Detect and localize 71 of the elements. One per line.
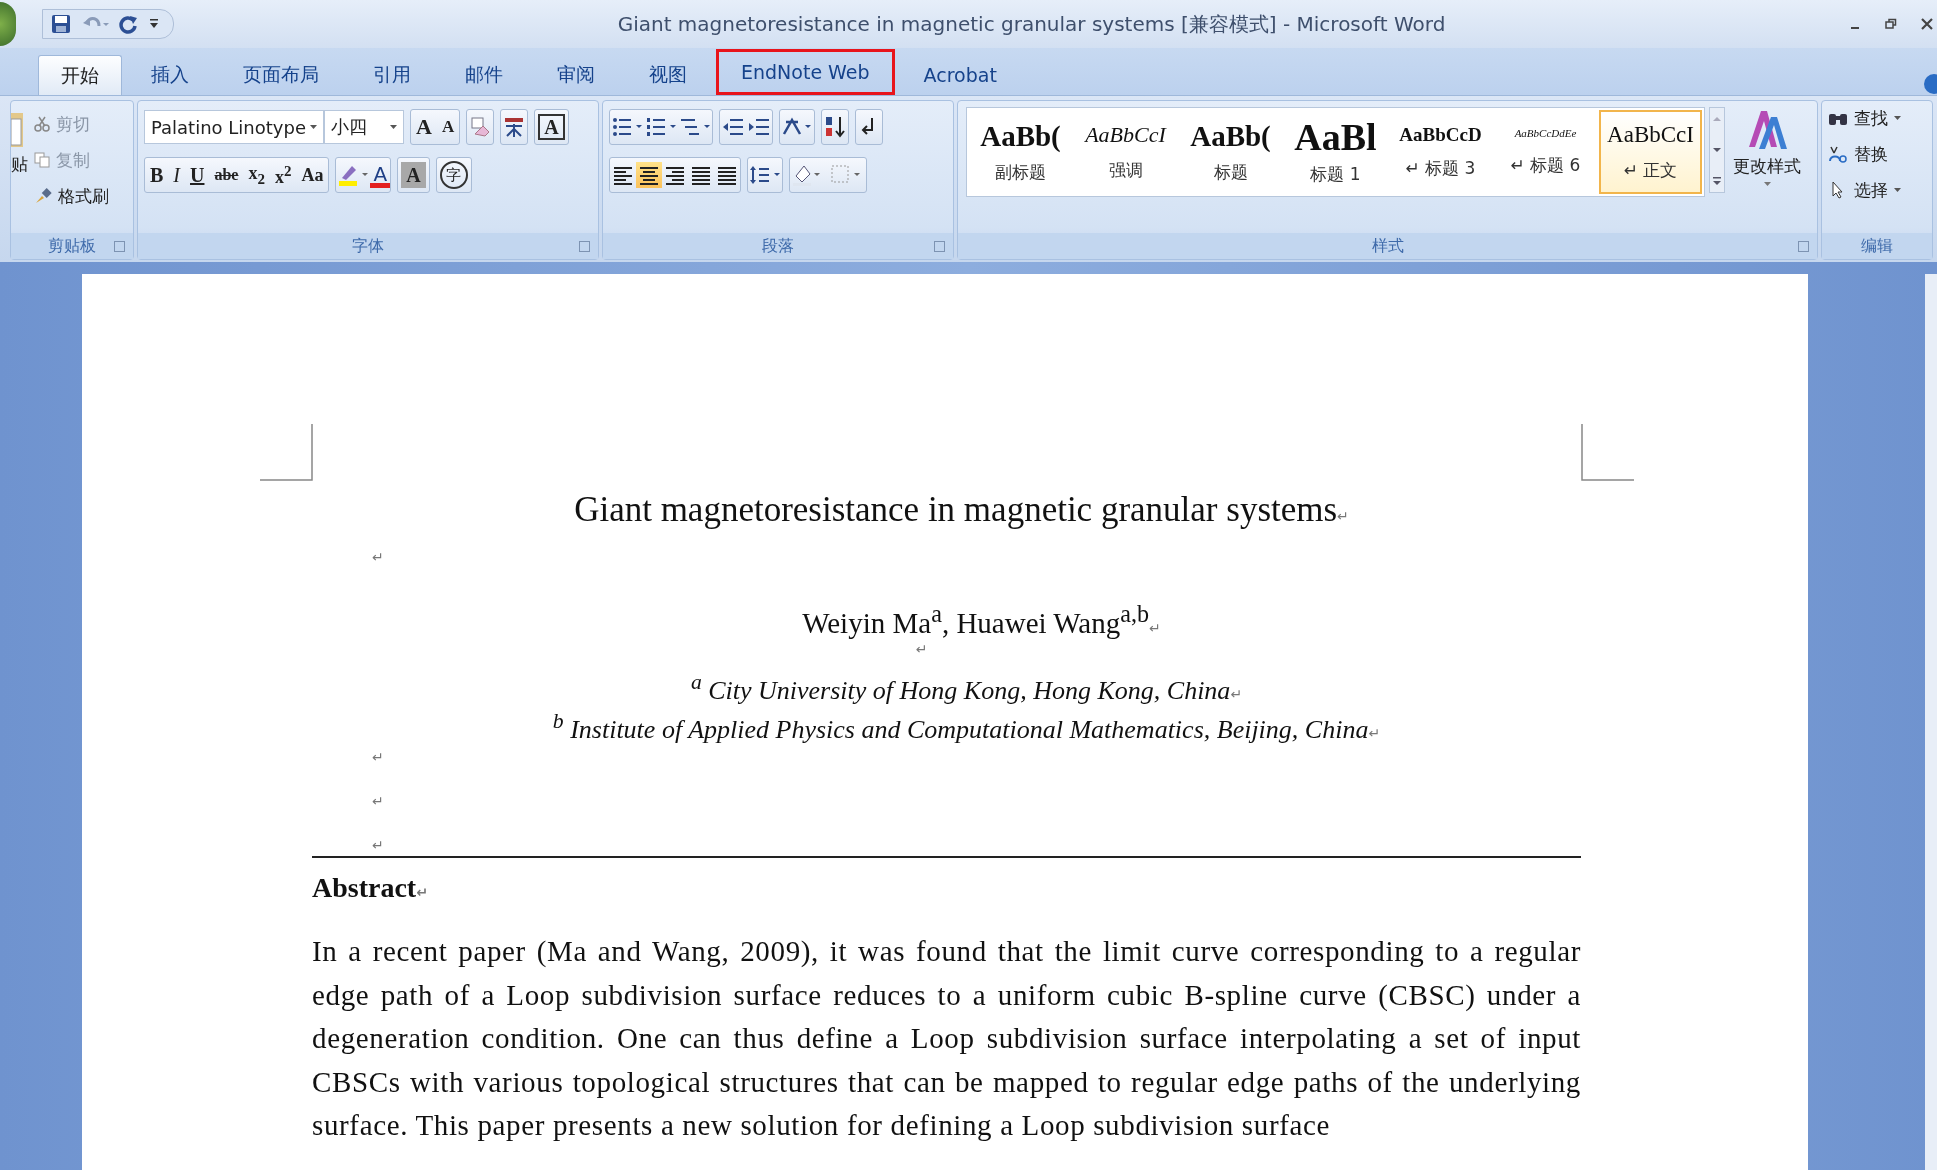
brush-icon — [34, 187, 52, 205]
restore-icon[interactable] — [1885, 18, 1897, 30]
ribbon-tab[interactable]: 邮件 — [440, 55, 528, 95]
format-button[interactable]: I — [168, 159, 185, 191]
style-tile[interactable]: AaBbCcD ↵ 标题 3 — [1389, 110, 1492, 194]
style-tile[interactable]: AaBb( 副标题 — [969, 110, 1072, 194]
style-tile[interactable]: AaBbCcI ↵ 正文 — [1599, 110, 1702, 194]
style-tile[interactable]: AaBbCcDdEe ↵ 标题 6 — [1494, 110, 1597, 194]
group-label: 段落 — [762, 235, 794, 257]
ribbon-tab[interactable]: 审阅 — [532, 55, 620, 95]
ribbon-tab[interactable]: 开始 — [38, 55, 122, 95]
customize-caret-icon[interactable] — [149, 18, 159, 30]
format-button[interactable]: x$_{2}$ — [243, 159, 270, 191]
affiliation-line: $^{b}$ Institute of Applied Physics and Computational Mathematics, Beijing, China↵ — [551, 709, 1382, 746]
grow-font-button[interactable]: A — [411, 111, 437, 143]
paragraph-mark: ↵ — [372, 793, 384, 809]
format-button[interactable]: abe — [209, 159, 244, 191]
change-styles-button[interactable]: 更改样式 — [1729, 107, 1805, 233]
format-button[interactable]: 字 — [439, 161, 468, 189]
caret-icon — [310, 124, 317, 130]
editing-command[interactable]: 查找 — [1828, 105, 1926, 131]
group-label: 编辑 — [1861, 235, 1893, 257]
font-name-field[interactable]: Palatino Linotype — [144, 110, 324, 144]
ribbon-tab[interactable]: EndNote Web — [716, 49, 895, 95]
office-button[interactable] — [0, 2, 16, 46]
shrink-font-button[interactable]: A — [436, 111, 460, 143]
close-icon[interactable] — [1921, 18, 1933, 30]
save-icon[interactable] — [51, 14, 71, 34]
crop-mark-icon — [1580, 424, 1634, 482]
ribbon-tab[interactable]: Acrobat — [898, 55, 1022, 95]
format-button[interactable]: A — [401, 162, 426, 188]
format-button[interactable]: B — [145, 159, 169, 191]
paragraph-mark: ↵ — [372, 549, 384, 565]
document-title: Giant magnetoresistance in magnetic granular systems↵ — [573, 490, 1350, 531]
author-line: Weiyin Ma$^{a}$, Huawei Wang$^{a,b}$↵ — [801, 600, 1162, 640]
format-button[interactable]: x$^{2}$ — [269, 159, 297, 191]
paragraph-mark: ↵ — [372, 749, 384, 765]
character-border-button[interactable]: A — [538, 114, 565, 140]
copy-icon — [34, 152, 50, 168]
caret-icon — [1894, 115, 1901, 121]
caret-icon — [1763, 182, 1771, 187]
abstract-paragraph: In a recent paper (Ma and Wang, 2009), it was found that the limit curve corresponding to a regular edge path of a Loop subdivision surface reduces to a uniform cubic B-spline curve (CBSC) under a degeneration condition. One can thus define a Loop subdivision surface interpolating a set of input CBSCs with various topological structures that can be mapped to regular edge paths of the underlying surface. This paper presents a new solution for defining a Loop subdivision surface — [312, 934, 1581, 1143]
redo-icon[interactable] — [119, 14, 139, 34]
section-heading: Abstract↵ — [312, 872, 429, 904]
ribbon-tab[interactable]: 插入 — [126, 55, 214, 95]
group-label: 样式 — [1371, 235, 1404, 257]
format-button[interactable]: Aa — [296, 159, 329, 191]
clipboard-command[interactable]: 格式刷 — [34, 181, 109, 211]
caret-icon — [1894, 187, 1901, 193]
align-icon[interactable] — [636, 162, 662, 188]
affiliation-line: $^{a}$ City University of Hong Kong, Hong Kong, China↵ — [689, 670, 1244, 707]
style-tile[interactable]: AaBb( 标题 — [1179, 110, 1282, 194]
replace-icon — [1828, 145, 1848, 163]
group-label: 字体 — [352, 235, 384, 257]
ribbon-tab[interactable]: 视图 — [624, 55, 712, 95]
format-button[interactable]: U — [185, 159, 210, 191]
paste-label[interactable]: 贴 — [11, 153, 28, 176]
scissors-icon — [34, 116, 50, 132]
paragraph-mark: ↵ — [372, 837, 384, 853]
caret-icon — [390, 124, 397, 130]
group-label: 剪贴板 — [48, 235, 96, 257]
window-title: Giant magnetoresistance in magnetic granular systems [兼容模式] - Microsoft Word — [616, 10, 1447, 38]
editing-command[interactable]: 替换 — [1828, 141, 1926, 167]
paragraph-mark: ↵ — [915, 641, 928, 657]
style-tile[interactable]: AaBl 标题 1 — [1284, 110, 1387, 194]
ribbon-tab[interactable]: 页面布局 — [218, 55, 344, 95]
style-tile[interactable]: AaBbCcI 强调 — [1074, 110, 1177, 194]
font-size-field[interactable]: 小四 — [324, 110, 404, 144]
editing-command[interactable]: 选择 — [1828, 177, 1926, 203]
ribbon-tab[interactable]: 引用 — [348, 55, 436, 95]
crop-mark-icon — [260, 424, 314, 482]
